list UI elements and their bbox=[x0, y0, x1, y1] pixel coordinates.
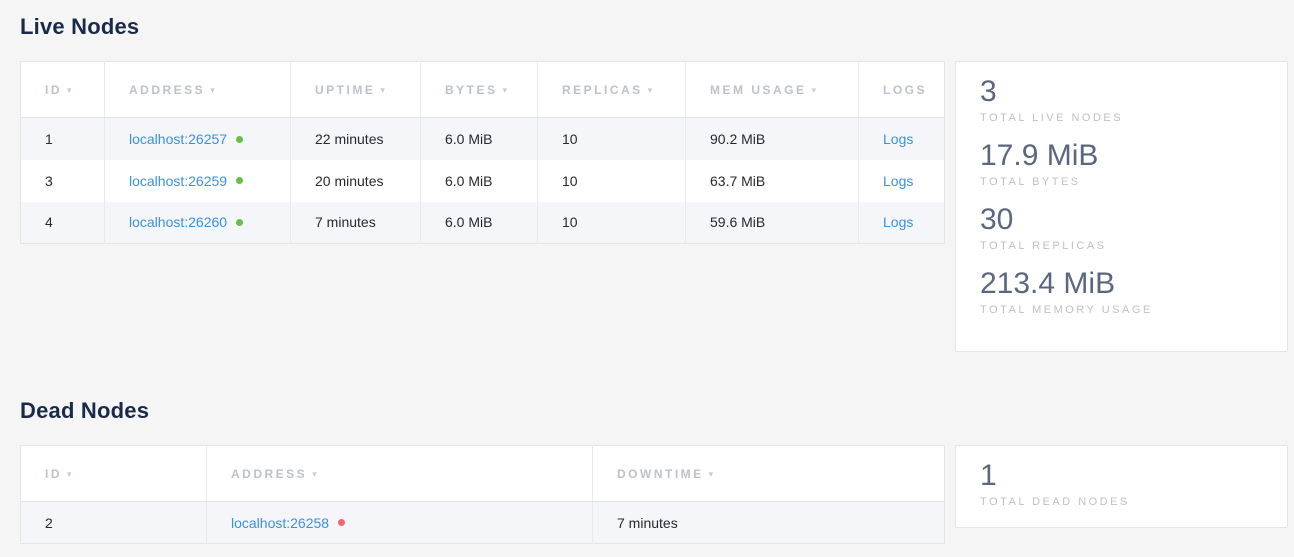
summary-stat: 30 TOTAL REPLICAS bbox=[980, 203, 1263, 252]
node-id-cell: 3 bbox=[21, 160, 105, 202]
node-address-cell: localhost:26260 bbox=[105, 202, 291, 244]
column-header-label: MEM USAGE bbox=[710, 83, 807, 97]
node-address-cell: localhost:26257 bbox=[105, 118, 291, 160]
sort-descending-icon: ▾ bbox=[67, 85, 74, 95]
summary-stat-label: TOTAL LIVE NODES bbox=[980, 112, 1263, 124]
summary-stat-label: TOTAL DEAD NODES bbox=[980, 496, 1263, 508]
node-replicas-cell: 10 bbox=[538, 118, 686, 160]
node-live-status-dot-icon bbox=[236, 219, 243, 226]
live-nodes-section: Live Nodes ID▾ADDRESS▾UPTIME▾BYTES▾REPLI… bbox=[20, 14, 1294, 352]
summary-stat-value: 17.9 MiB bbox=[980, 139, 1263, 173]
cluster-overview-page: Live Nodes ID▾ADDRESS▾UPTIME▾BYTES▾REPLI… bbox=[0, 0, 1294, 557]
summary-stat: 213.4 MiB TOTAL MEMORY USAGE bbox=[980, 267, 1263, 316]
column-header-label: DOWNTIME bbox=[617, 467, 704, 481]
live-nodes-header-row: ID▾ADDRESS▾UPTIME▾BYTES▾REPLICAS▾MEM USA… bbox=[21, 62, 945, 118]
summary-stat-value: 3 bbox=[980, 75, 1263, 109]
sort-descending-icon: ▾ bbox=[380, 85, 387, 95]
sort-descending-icon: ▾ bbox=[210, 85, 217, 95]
dead-nodes-section: Dead Nodes ID ▾ ADDRESS ▾ DOWNTIME ▾ 2 localho… bbox=[20, 398, 1294, 544]
summary-stat: 17.9 MiB TOTAL BYTES bbox=[980, 139, 1263, 188]
column-header-label: UPTIME bbox=[315, 83, 375, 97]
column-header-label: BYTES bbox=[445, 83, 498, 97]
summary-stat: 1 TOTAL DEAD NODES bbox=[980, 459, 1263, 508]
summary-stat-label: TOTAL MEMORY USAGE bbox=[980, 304, 1263, 316]
node-live-status-dot-icon bbox=[236, 177, 243, 184]
summary-stat-value: 1 bbox=[980, 459, 1263, 493]
column-header-address[interactable]: ADDRESS ▾ bbox=[105, 62, 291, 118]
dead-nodes-summary-card: 1 TOTAL DEAD NODES bbox=[955, 445, 1288, 528]
node-mem_usage-cell: 63.7 MiB bbox=[686, 160, 859, 202]
dead-nodes-header-row: ID ▾ ADDRESS ▾ DOWNTIME ▾ bbox=[21, 446, 945, 502]
dead-nodes-title: Dead Nodes bbox=[20, 398, 1294, 424]
node-replicas-cell: 10 bbox=[538, 202, 686, 244]
node-id-cell: 2 bbox=[21, 502, 207, 544]
node-bytes-cell: 6.0 MiB bbox=[421, 118, 538, 160]
node-dead-status-dot-icon bbox=[338, 519, 345, 526]
node-table-row: 1 localhost:26257 22 minutes6.0 MiB1090.2 … bbox=[21, 118, 945, 160]
sort-descending-icon: ▾ bbox=[503, 85, 510, 95]
column-header-label: ADDRESS bbox=[231, 467, 307, 481]
column-header-replicas[interactable]: REPLICAS ▾ bbox=[538, 62, 686, 118]
node-table-row: 2 localhost:26258 7 minutes bbox=[21, 502, 945, 544]
column-header-uptime[interactable]: UPTIME ▾ bbox=[291, 62, 421, 118]
summary-stat-label: TOTAL REPLICAS bbox=[980, 240, 1263, 252]
node-address-cell: localhost:26259 bbox=[105, 160, 291, 202]
column-header-label: ADDRESS bbox=[129, 83, 205, 97]
live-nodes-summary-card: 3 TOTAL LIVE NODES 17.9 MiB TOTAL BYTES 30 TO… bbox=[955, 61, 1288, 352]
node-logs-link[interactable]: Logs bbox=[883, 214, 913, 230]
column-header-id[interactable]: ID ▾ bbox=[21, 446, 207, 502]
live-nodes-title: Live Nodes bbox=[20, 14, 1294, 40]
node-table-row: 4 localhost:26260 7 minutes6.0 MiB1059.6 M… bbox=[21, 202, 945, 244]
column-header-mem_usage[interactable]: MEM USAGE ▾ bbox=[686, 62, 859, 118]
column-header-id[interactable]: ID ▾ bbox=[21, 62, 105, 118]
column-header-address[interactable]: ADDRESS ▾ bbox=[207, 446, 593, 502]
column-header-logs: LOGS bbox=[859, 62, 945, 118]
node-downtime-cell: 7 minutes bbox=[593, 502, 945, 544]
node-bytes-cell: 6.0 MiB bbox=[421, 202, 538, 244]
node-address-cell: localhost:26258 bbox=[207, 502, 593, 544]
column-header-label: ID bbox=[45, 467, 62, 481]
node-uptime-cell: 7 minutes bbox=[291, 202, 421, 244]
column-header-label: LOGS bbox=[883, 83, 927, 97]
summary-stat-value: 30 bbox=[980, 203, 1263, 237]
node-logs-cell: Logs bbox=[859, 160, 945, 202]
node-logs-link[interactable]: Logs bbox=[883, 131, 913, 147]
live-nodes-table: ID▾ADDRESS▾UPTIME▾BYTES▾REPLICAS▾MEM USA… bbox=[20, 61, 945, 244]
sort-descending-icon: ▾ bbox=[312, 469, 319, 479]
node-uptime-cell: 22 minutes bbox=[291, 118, 421, 160]
node-table-row: 3 localhost:26259 20 minutes6.0 MiB1063.7 … bbox=[21, 160, 945, 202]
node-address-link[interactable]: localhost:26259 bbox=[129, 173, 227, 189]
node-address-link[interactable]: localhost:26258 bbox=[231, 515, 329, 531]
column-header-bytes[interactable]: BYTES ▾ bbox=[421, 62, 538, 118]
node-id-cell: 1 bbox=[21, 118, 105, 160]
node-address-link[interactable]: localhost:26257 bbox=[129, 131, 227, 147]
node-logs-cell: Logs bbox=[859, 202, 945, 244]
node-logs-link[interactable]: Logs bbox=[883, 173, 913, 189]
dead-nodes-table: ID ▾ ADDRESS ▾ DOWNTIME ▾ 2 localhost:26258 7 m… bbox=[20, 445, 945, 544]
sort-descending-icon: ▾ bbox=[648, 85, 655, 95]
summary-stat-label: TOTAL BYTES bbox=[980, 176, 1263, 188]
node-bytes-cell: 6.0 MiB bbox=[421, 160, 538, 202]
node-mem_usage-cell: 90.2 MiB bbox=[686, 118, 859, 160]
column-header-label: REPLICAS bbox=[562, 83, 643, 97]
node-logs-cell: Logs bbox=[859, 118, 945, 160]
column-header-downtime[interactable]: DOWNTIME ▾ bbox=[593, 446, 945, 502]
node-live-status-dot-icon bbox=[236, 136, 243, 143]
node-mem_usage-cell: 59.6 MiB bbox=[686, 202, 859, 244]
node-address-link[interactable]: localhost:26260 bbox=[129, 214, 227, 230]
node-uptime-cell: 20 minutes bbox=[291, 160, 421, 202]
column-header-label: ID bbox=[45, 83, 62, 97]
sort-descending-icon: ▾ bbox=[812, 85, 819, 95]
summary-stat-value: 213.4 MiB bbox=[980, 267, 1263, 301]
node-id-cell: 4 bbox=[21, 202, 105, 244]
sort-descending-icon: ▾ bbox=[709, 469, 716, 479]
summary-stat: 3 TOTAL LIVE NODES bbox=[980, 75, 1263, 124]
sort-descending-icon: ▾ bbox=[67, 469, 74, 479]
node-replicas-cell: 10 bbox=[538, 160, 686, 202]
